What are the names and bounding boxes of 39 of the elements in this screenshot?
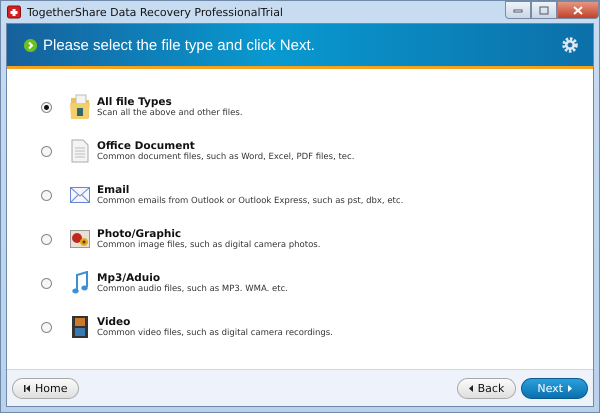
maximize-icon (539, 6, 549, 14)
option-title: Video (97, 316, 132, 328)
option-description: Common document files, such as Word, Excel, PDF files, tec. (97, 152, 354, 162)
close-icon (573, 6, 583, 14)
option-title: All file Types (97, 96, 173, 108)
document-icon (69, 139, 91, 163)
window-title: TogetherShare Data Recovery ProfessionalTrial (27, 6, 284, 18)
close-button[interactable] (557, 1, 599, 19)
option-title: Mp3/Aduio (97, 272, 162, 284)
radio-button[interactable] (41, 190, 52, 200)
radio-button[interactable] (41, 102, 52, 112)
envelope-icon (69, 187, 91, 203)
radio-button[interactable] (41, 322, 52, 332)
back-button[interactable]: Back (456, 378, 516, 398)
next-button[interactable]: Next (521, 378, 588, 398)
option-title: Office Document (97, 140, 196, 152)
settings-icon[interactable] (561, 36, 579, 54)
option-description: Common audio files, such as MP3. WMA. etc. (97, 284, 288, 294)
option-title: Email (97, 184, 130, 196)
instruction-text: Please select the file type and click Next. (43, 36, 316, 54)
right-caret-icon (568, 384, 572, 392)
option-description: Common image files, such as digital camera photos. (97, 240, 320, 250)
option-title: Photo/Graphic (97, 228, 182, 240)
option-description: Scan all the above and other files. (97, 108, 243, 118)
maximize-button[interactable] (531, 1, 557, 19)
minimize-icon (513, 7, 523, 13)
film-icon (69, 316, 91, 338)
photo-icon (69, 230, 91, 248)
minimize-button[interactable] (505, 1, 531, 19)
app-icon (7, 5, 21, 19)
home-button[interactable]: Home (12, 378, 80, 398)
radio-button[interactable] (41, 234, 52, 244)
radio-button[interactable] (41, 278, 52, 288)
option-description: Common emails from Outlook or Outlook Express, such as pst, dbx, etc. (97, 196, 404, 206)
skip-back-icon (24, 384, 30, 392)
option-description: Common video files, such as digital camera recordings. (97, 328, 333, 338)
folder-icon (69, 94, 91, 120)
radio-button[interactable] (41, 146, 52, 156)
left-caret-icon (468, 384, 473, 392)
